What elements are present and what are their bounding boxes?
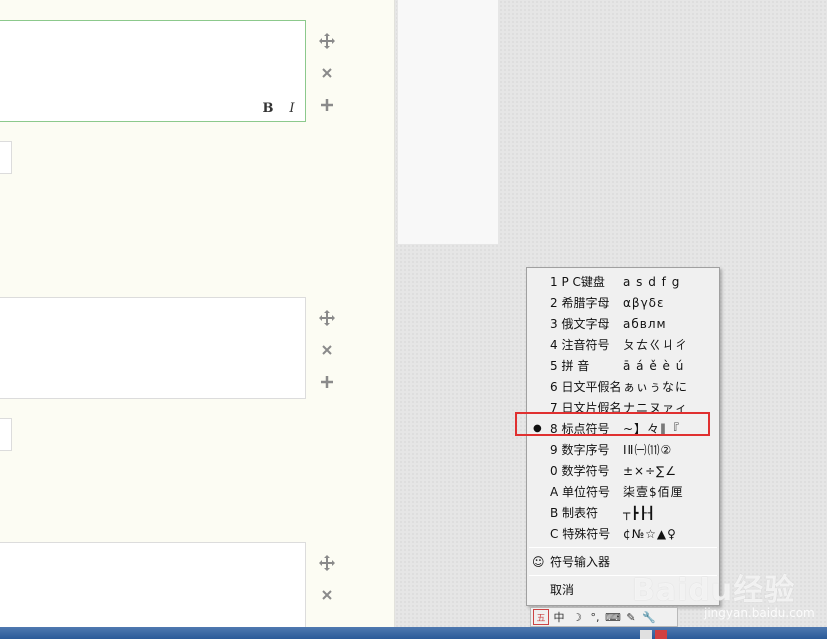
- menu-item-numbering[interactable]: 9 数字序号 ⅠⅡ㈠⑾②: [527, 439, 719, 460]
- menu-item-bopomofo[interactable]: 4 注音符号 ㄆㄊㄍㄐㄔ: [527, 334, 719, 355]
- menu-item-greek[interactable]: 2 希腊字母 αβγδε: [527, 292, 719, 313]
- menu-item-label: 5 拼 音: [550, 359, 590, 373]
- bold-button[interactable]: B: [259, 99, 277, 117]
- menu-item-pinyin[interactable]: 5 拼 音 ā á ě è ú: [527, 355, 719, 376]
- mini-input-1[interactable]: [0, 141, 12, 174]
- softkeyboard-icon[interactable]: ⌨: [605, 609, 621, 625]
- highlight-annotation: [515, 412, 710, 436]
- menu-item-label: 取消: [550, 583, 575, 597]
- menu-item-label: 4 注音符号: [550, 338, 610, 352]
- add-icon[interactable]: [316, 371, 338, 393]
- tools-icon[interactable]: ✎: [623, 609, 639, 625]
- menu-item-label: 3 俄文字母: [550, 317, 610, 331]
- menu-item-label: 6 日文平假名: [550, 380, 622, 394]
- move-icon[interactable]: [316, 552, 338, 574]
- move-icon[interactable]: [316, 30, 338, 52]
- menu-item-sample: абвлм: [623, 316, 667, 331]
- menu-item-sample: 柒壹$佰厘: [623, 485, 684, 499]
- menu-item-label: 2 希腊字母: [550, 296, 610, 310]
- settings-wrench-icon[interactable]: 🔧: [641, 609, 657, 625]
- moon-icon[interactable]: ☽: [569, 609, 585, 625]
- menu-item-label: 1 P C键盘: [550, 275, 605, 289]
- ime-status-toolbar: 五 中 ☽ °, ⌨ ✎ 🔧: [530, 607, 678, 627]
- move-icon[interactable]: [316, 307, 338, 329]
- text-block-3[interactable]: [0, 542, 306, 632]
- menu-item-sample: ¢№☆▲♀: [623, 526, 677, 541]
- menu-item-sample: ぁぃぅなに: [623, 380, 689, 394]
- windows-taskbar: [0, 627, 827, 639]
- menu-item-label: 0 数学符号: [550, 464, 610, 478]
- chinese-mode-button[interactable]: 中: [551, 609, 567, 625]
- block-3-controls: [316, 552, 338, 616]
- add-icon[interactable]: [316, 94, 338, 116]
- menu-item-sample: ā á ě è ú: [623, 358, 685, 373]
- editor-panel: B I: [0, 0, 395, 632]
- menu-item-math[interactable]: 0 数学符号 ±×÷∑∠: [527, 460, 719, 481]
- menu-item-special[interactable]: C 特殊符号 ¢№☆▲♀: [527, 523, 719, 544]
- tray-flag-icon[interactable]: [655, 630, 667, 639]
- menu-item-sample: ⅠⅡ㈠⑾②: [623, 443, 673, 457]
- italic-button[interactable]: I: [283, 99, 301, 117]
- format-toolbar: B I: [259, 99, 301, 117]
- smiley-icon: ☺: [532, 554, 545, 569]
- mini-input-2[interactable]: [0, 418, 12, 451]
- wubi-mode-icon[interactable]: 五: [533, 609, 549, 625]
- text-block-1[interactable]: B I: [0, 20, 306, 122]
- tray-icon[interactable]: [640, 630, 652, 639]
- menu-item-units[interactable]: A 单位符号 柒壹$佰厘: [527, 481, 719, 502]
- block-2-controls: [316, 307, 338, 403]
- menu-item-label: C 特殊符号: [550, 527, 611, 541]
- side-card: [397, 0, 499, 245]
- menu-item-label: 符号输入器: [550, 555, 611, 569]
- text-block-2[interactable]: [0, 297, 306, 399]
- menu-item-label: 9 数字序号: [550, 443, 610, 457]
- menu-item-russian[interactable]: 3 俄文字母 абвлм: [527, 313, 719, 334]
- menu-item-sample: ┬┣┠┨: [623, 505, 656, 520]
- menu-item-label: A 单位符号: [550, 485, 611, 499]
- close-icon[interactable]: [316, 584, 338, 606]
- block-1-controls: [316, 30, 338, 126]
- close-icon[interactable]: [316, 339, 338, 361]
- menu-separator: [529, 547, 717, 548]
- menu-item-hiragana[interactable]: 6 日文平假名 ぁぃぅなに: [527, 376, 719, 397]
- menu-item-box-drawing[interactable]: B 制表符 ┬┣┠┨: [527, 502, 719, 523]
- menu-item-sample: a s d f g: [623, 274, 681, 289]
- ime-softkeyboard-menu: 1 P C键盘 a s d f g 2 希腊字母 αβγδε 3 俄文字母 аб…: [526, 267, 720, 606]
- menu-item-sample: αβγδε: [623, 295, 665, 310]
- punctuation-toggle-icon[interactable]: °,: [587, 609, 603, 625]
- baidu-watermark-url: jingyan.baidu.com: [704, 606, 815, 620]
- close-icon[interactable]: [316, 62, 338, 84]
- menu-item-sample: ±×÷∑∠: [623, 463, 678, 478]
- menu-item-pc-keyboard[interactable]: 1 P C键盘 a s d f g: [527, 271, 719, 292]
- menu-item-sample: ㄆㄊㄍㄐㄔ: [623, 338, 689, 352]
- baidu-watermark: Baidu经验: [632, 573, 796, 608]
- menu-item-label: B 制表符: [550, 506, 599, 520]
